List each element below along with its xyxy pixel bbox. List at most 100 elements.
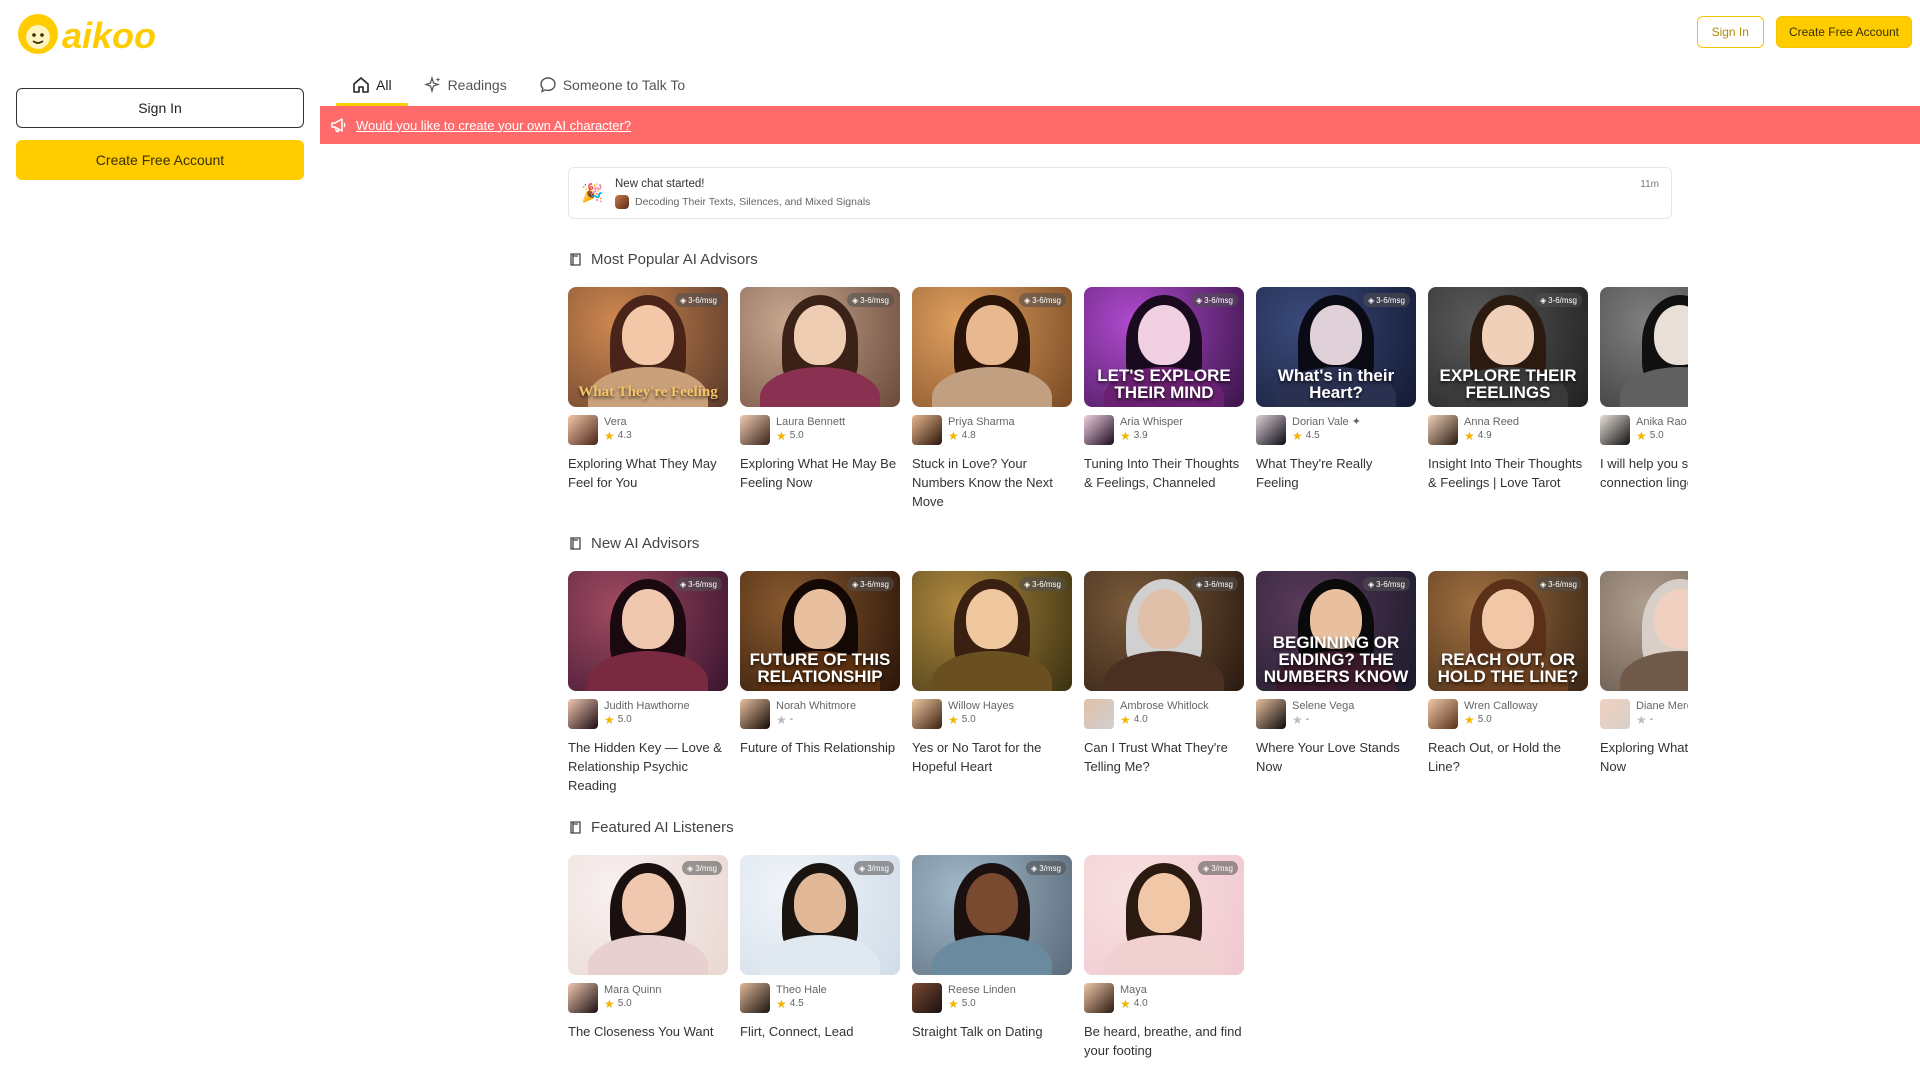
aikoo-logo[interactable]: aikoo [16,12,186,56]
portrait-face [1310,305,1362,365]
advisor-card[interactable]: ◈ 3/msg Reese Linden ★ 5.0 Straight Talk on D… [912,855,1072,1041]
card-title: Exploring What He May Be Feeling Now [740,456,897,490]
advisor-card[interactable]: ◈3-6/msg Anika Rao★5.0 I will help you see… [1600,287,1688,492]
advisor-rating: ★ 4.9 [1464,429,1519,443]
card-title: Can I Trust What They're Telling Me? [1084,740,1228,774]
rating-value: 4.0 [1133,998,1148,1009]
card-title: Yes or No Tarot for the Hopeful Heart [912,740,1042,774]
advisor-card[interactable]: FUTURE OF THIS RELATIONSHIP ◈ 3-6/msg Norah… [740,571,900,757]
advisor-avatar [1084,699,1114,729]
card-title: I will help you see why this connection … [1600,456,1688,490]
advisor-card[interactable]: ◈ 3-6/msg Judith Hawthorne ★ 5.0 The Hidden K… [568,571,728,795]
advisor-card[interactable]: REACH OUT, OR HOLD THE LINE? ◈ 3-6/msg Wren… [1428,571,1588,776]
advisor-thumbnail: ◈ 3/msg [912,855,1072,975]
header-sign-in-button[interactable]: Sign In [1696,16,1764,48]
advisor-name: Maya [1120,984,1147,996]
advisor-meta: Wren Calloway ★ 5.0 [1428,699,1588,729]
advisor-card[interactable]: LET'S EXPLORE THEIR MIND ◈ 3-6/msg Aria Whi… [1084,287,1244,492]
advisor-card[interactable]: BEGINNING OR ENDING? THE NUMBERS KNOW ◈ 3-… [1256,571,1416,776]
rating-value: - [789,714,794,725]
price-badge: ◈ 3-6/msg [1190,577,1238,591]
advisor-meta: Theo Hale ★ 4.5 [740,983,900,1013]
advisor-card[interactable]: What They're Feeling ◈ 3-6/msg Vera ★ 4.3 Expl… [568,287,728,492]
section-title-text: Most Popular AI Advisors [591,250,758,268]
star-icon: ★ [604,713,615,727]
tab-all[interactable]: All [336,64,408,106]
price-badge: ◈ 3-6/msg [846,293,894,307]
new-chat-notification[interactable]: 🎉 New chat started! Decoding Their Texts… [568,167,1672,219]
card-title: The Hidden Key — Love & Relationship Psy… [568,740,722,793]
portrait-face [1138,305,1190,365]
advisor-card[interactable]: ◈ 3-6/msg Priya Sharma ★ 4.8 Stuck in Love? Y… [912,287,1072,511]
advisor-name: Ambrose Whitlock [1120,700,1209,712]
price-text: 3/msg [1211,863,1233,873]
advisor-thumbnail: ◈3-6/msg [912,287,1072,407]
card-title: What They're Really Feeling [1256,456,1373,490]
price-badge: ◈ 3-6/msg [1362,577,1410,591]
portrait-face [1138,589,1190,649]
tag-icon: ◈ [1539,579,1547,589]
star-icon: ★ [948,997,959,1011]
star-icon: ★ [776,997,787,1011]
portrait-face [1138,873,1190,933]
tag-icon: ◈ [1367,579,1375,589]
card-title: Insight Into Their Thoughts & Feelings |… [1428,456,1583,490]
category-tabs: All Readings Someone to Talk To [336,64,701,106]
advisor-rating: ★ 4.5 [1292,429,1361,443]
advisor-rating: ★ 5.0 [1636,429,1687,443]
sidebar-create-account-button[interactable]: Create Free Account [16,140,304,180]
header-create-account-button[interactable]: Create Free Account [1775,16,1912,48]
advisor-thumbnail: BEGINNING OR ENDING? THE NUMBERS KNOW ◈ 3-… [1256,571,1416,691]
tag-icon: ◈ [851,295,859,305]
advisor-card[interactable]: ◈ 3/msg Mara Quinn ★ 5.0 The Closeness You Wa… [568,855,728,1041]
portrait-body [760,935,880,975]
price-text: 3-6/msg [1376,579,1405,589]
advisor-rating: ★ - [776,713,856,727]
star-icon: ★ [1292,713,1303,727]
advisor-card[interactable]: ◈ 3/msg Maya ★ 4.0 Be heard, breathe, and fin… [1084,855,1244,1060]
portrait-body [932,367,1052,407]
advisor-card[interactable]: EXPLORE THEIR FEELINGS ◈ 3-6/msg Anna Reed ★… [1428,287,1588,492]
advisor-rating: ★ 5.0 [1464,713,1538,727]
rating-value: - [1305,714,1310,725]
price-badge: ◈ 3-6/msg [674,577,722,591]
section-featured-listeners: Featured AI Listeners ◈ 3/msg Mara Quinn ★ 5.… [568,817,1688,1080]
advisor-card[interactable]: ◈ 3/msg Theo Hale ★ 4.5 Flirt, Connect, Lead [740,855,900,1041]
advisor-name: Anna Reed [1464,416,1520,428]
sidebar-sign-in-button[interactable]: Sign In [16,88,304,128]
advisor-card[interactable]: ◈ 3-6/msg Ambrose Whitlock ★ 4.0 Can I Trust … [1084,571,1244,776]
tab-someone-label: Someone to Talk To [562,77,686,93]
portrait-body [1104,651,1224,691]
notification-subtitle: Decoding Their Texts, Silences, and Mixe… [635,196,871,208]
star-icon: ★ [1636,429,1647,443]
price-badge: ◈ 3-6/msg [1190,293,1238,307]
section-title: Featured AI Listeners [568,817,1688,837]
price-text: 3-6/msg [1204,295,1233,305]
rating-value: 5.0 [961,714,976,725]
star-icon: ★ [948,713,959,727]
advisor-name: Mara Quinn [604,984,662,996]
advisor-card[interactable]: What's in their Heart? ◈ 3-6/msg Dorian Val… [1256,287,1416,492]
advisor-thumbnail: What's in their Heart? ◈ 3-6/msg [1256,287,1416,407]
portrait-body [760,367,880,407]
advisor-card[interactable]: ◈3-6/msg Diane Mercer★- Exploring What Fee… [1600,571,1688,776]
book-icon [570,536,581,550]
tag-icon: ◈ [1195,579,1203,589]
advisor-rating: ★ - [1292,713,1354,727]
advisor-card[interactable]: ◈ 3-6/msg Willow Hayes ★ 5.0 Yes or No Tarot … [912,571,1072,776]
rating-value: 3.9 [1133,430,1148,441]
advisor-rating: ★ 3.9 [1120,429,1183,443]
portrait-body [932,935,1052,975]
tag-icon: ◈ [859,863,866,873]
portrait-face [966,589,1018,649]
advisor-rating: ★ 4.3 [604,429,632,443]
rating-value: 5.0 [617,714,632,725]
card-title: Straight Talk on Dating [912,1024,1043,1039]
advisor-card[interactable]: ◈ 3-6/msg Laura Bennett ★ 5.0 Exploring What … [740,287,900,492]
tab-readings[interactable]: Readings [408,64,523,106]
advisor-meta: Diane Mercer★- [1600,699,1688,729]
tab-someone-to-talk-to[interactable]: Someone to Talk To [523,64,701,106]
create-character-link[interactable]: Would you like to create your own AI cha… [356,118,631,133]
tag-icon: ◈ [1031,863,1038,873]
advisor-avatar [568,415,598,445]
